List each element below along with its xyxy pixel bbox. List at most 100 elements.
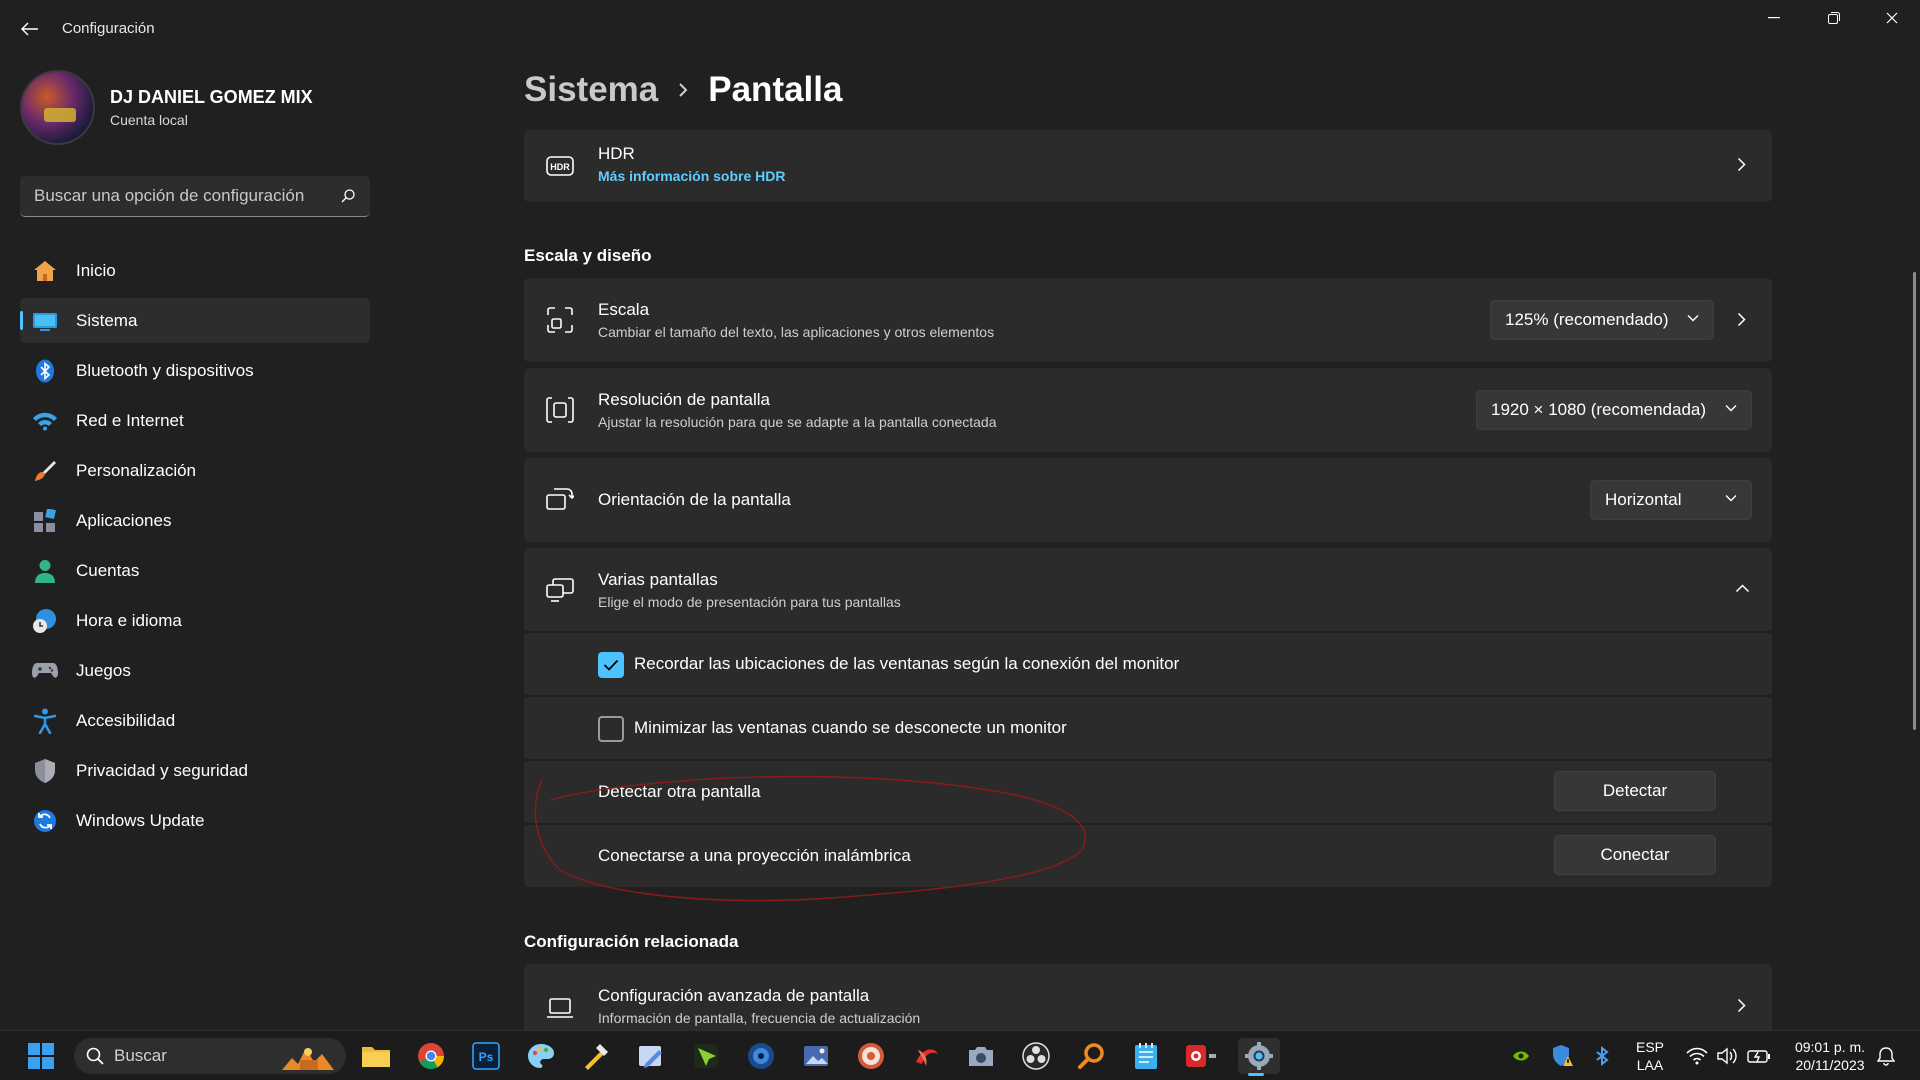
sidebar-item-juegos[interactable]: Juegos [20,648,370,693]
sidebar-item-sistema[interactable]: Sistema [20,298,370,343]
chrome-icon [418,1043,445,1070]
chevron-right-icon [1737,312,1746,327]
close-button[interactable] [1862,0,1920,36]
sidebar-item-label: Privacidad y seguridad [76,760,248,780]
taskbar-app-6[interactable] [633,1038,669,1074]
notepad-icon [1135,1043,1157,1069]
svg-text:Ps: Ps [479,1050,494,1064]
minimize-windows-row: Minimizar las ventanas cuando se descone… [524,695,1772,758]
tray-volume[interactable] [1714,1038,1742,1074]
settings-search[interactable] [20,176,370,217]
taskbar-obs[interactable] [1018,1038,1054,1074]
detect-button[interactable]: Detectar [1554,771,1716,811]
scale-dropdown[interactable]: 125% (recomendado) [1490,300,1714,340]
tray-nvidia[interactable] [1508,1038,1534,1074]
restore-icon [1828,12,1840,24]
keyboard-layout: LAA [1636,1057,1664,1073]
battery-charging-icon [1747,1050,1770,1063]
tray-language[interactable]: ESP LAA [1630,1038,1670,1074]
profile-name: DJ DANIEL GOMEZ MIX [110,87,313,107]
taskbar-app-9[interactable] [798,1038,834,1074]
hdr-title: HDR [598,144,635,163]
globe-clock-icon [32,608,58,634]
minimize-windows-label: Minimizar las ventanas cuando se descone… [634,718,1067,737]
tray-clock[interactable]: 09:01 p. m. 20/11/2023 [1782,1038,1878,1074]
sidebar-item-windows-update[interactable]: Windows Update [20,798,370,843]
sidebar-item-label: Inicio [76,260,116,280]
sidebar-item-inicio[interactable]: Inicio [20,248,370,293]
back-button[interactable] [14,14,46,44]
taskbar-app-15[interactable] [1183,1038,1219,1074]
search-icon[interactable] [340,188,356,204]
taskbar-app-7[interactable] [688,1038,724,1074]
scrollbar[interactable] [1913,272,1916,730]
section-title-related: Configuración relacionada [524,932,739,951]
hdr-row[interactable]: HDR HDR Más información sobre HDR [524,130,1772,202]
resolution-title: Resolución de pantalla [598,390,771,409]
taskbar-photoshop[interactable]: Ps [468,1038,504,1074]
tray-security[interactable] [1549,1038,1577,1074]
sidebar-item-bluetooth[interactable]: Bluetooth y dispositivos [20,348,370,393]
advanced-display-row[interactable]: Configuración avanzada de pantalla Infor… [524,964,1772,1030]
taskbar-paint[interactable] [523,1038,559,1074]
tray-network[interactable] [1682,1038,1712,1074]
user-profile[interactable]: DJ DANIEL GOMEZ MIX Cuenta local [20,70,313,145]
taskbar-file-explorer[interactable] [358,1038,394,1074]
taskbar-search[interactable]: Buscar [74,1038,346,1074]
restore-button[interactable] [1804,0,1864,36]
tray-bluetooth[interactable] [1588,1038,1616,1074]
advanced-display-subtitle: Información de pantalla, frecuencia de a… [598,1010,921,1026]
sidebar-nav: Inicio Sistema Bluetooth y dispositivos … [20,248,370,848]
photoshop-icon: Ps [472,1042,500,1070]
sidebar-item-accesibilidad[interactable]: Accesibilidad [20,698,370,743]
minimize-windows-checkbox[interactable] [598,716,624,742]
resolution-dropdown[interactable]: 1920 × 1080 (recomendada) [1476,390,1752,430]
scale-row[interactable]: Escala Cambiar el tamaño del texto, las … [524,278,1772,362]
sidebar-item-red[interactable]: Red e Internet [20,398,370,443]
cursor-app-icon [694,1044,718,1068]
taskbar-notepad[interactable] [1128,1038,1164,1074]
orientation-dropdown[interactable]: Horizontal [1590,480,1752,520]
sidebar-item-cuentas[interactable]: Cuentas [20,548,370,593]
taskbar-app-5[interactable] [578,1038,614,1074]
taskbar-chrome[interactable] [413,1038,449,1074]
taskbar-settings[interactable] [1238,1038,1280,1076]
resolution-row: Resolución de pantalla Ajustar la resolu… [524,368,1772,452]
multiple-displays-header[interactable]: Varias pantallas Elige el modo de presen… [524,548,1772,631]
folder-icon [362,1047,390,1067]
taskbar-app-8[interactable] [743,1038,779,1074]
chevron-right-icon [1737,157,1746,172]
sidebar-item-label: Sistema [76,310,138,330]
tray-battery[interactable] [1744,1038,1774,1074]
multiple-displays-icon [546,576,574,604]
sidebar-item-privacidad[interactable]: Privacidad y seguridad [20,748,370,793]
advanced-display-title: Configuración avanzada de pantalla [598,986,870,1005]
taskbar-camera[interactable] [963,1038,999,1074]
breadcrumb-parent[interactable]: Sistema [524,70,658,110]
bell-icon [1877,1047,1895,1066]
editor-icon [639,1046,662,1068]
taskbar-search-app[interactable] [1073,1038,1109,1074]
minimize-button[interactable] [1744,0,1804,36]
remember-windows-checkbox[interactable] [598,652,624,678]
connect-button[interactable]: Conectar [1554,835,1716,875]
taskbar-app-10[interactable] [853,1038,889,1074]
sidebar-item-label: Personalización [76,460,197,480]
search-input[interactable] [34,186,334,206]
sidebar-item-hora-idioma[interactable]: Hora e idioma [20,598,370,643]
start-button[interactable] [22,1038,60,1074]
system-icon [32,308,58,334]
sidebar-item-aplicaciones[interactable]: Aplicaciones [20,498,370,543]
windows-logo-icon [28,1043,54,1069]
search-highlight-icon [282,1048,334,1070]
tray-notifications[interactable] [1872,1038,1900,1074]
sidebar-item-label: Juegos [76,660,131,680]
hdr-info-link[interactable]: Más información sobre HDR [598,168,785,184]
person-icon [32,558,58,584]
scale-dropdown-value: 125% (recomendado) [1505,310,1669,329]
scale-title: Escala [598,300,650,319]
sidebar-item-personalizacion[interactable]: Personalización [20,448,370,493]
sidebar-item-label: Bluetooth y dispositivos [76,360,254,380]
accessibility-icon [32,708,58,734]
taskbar-app-11[interactable] [908,1038,944,1074]
